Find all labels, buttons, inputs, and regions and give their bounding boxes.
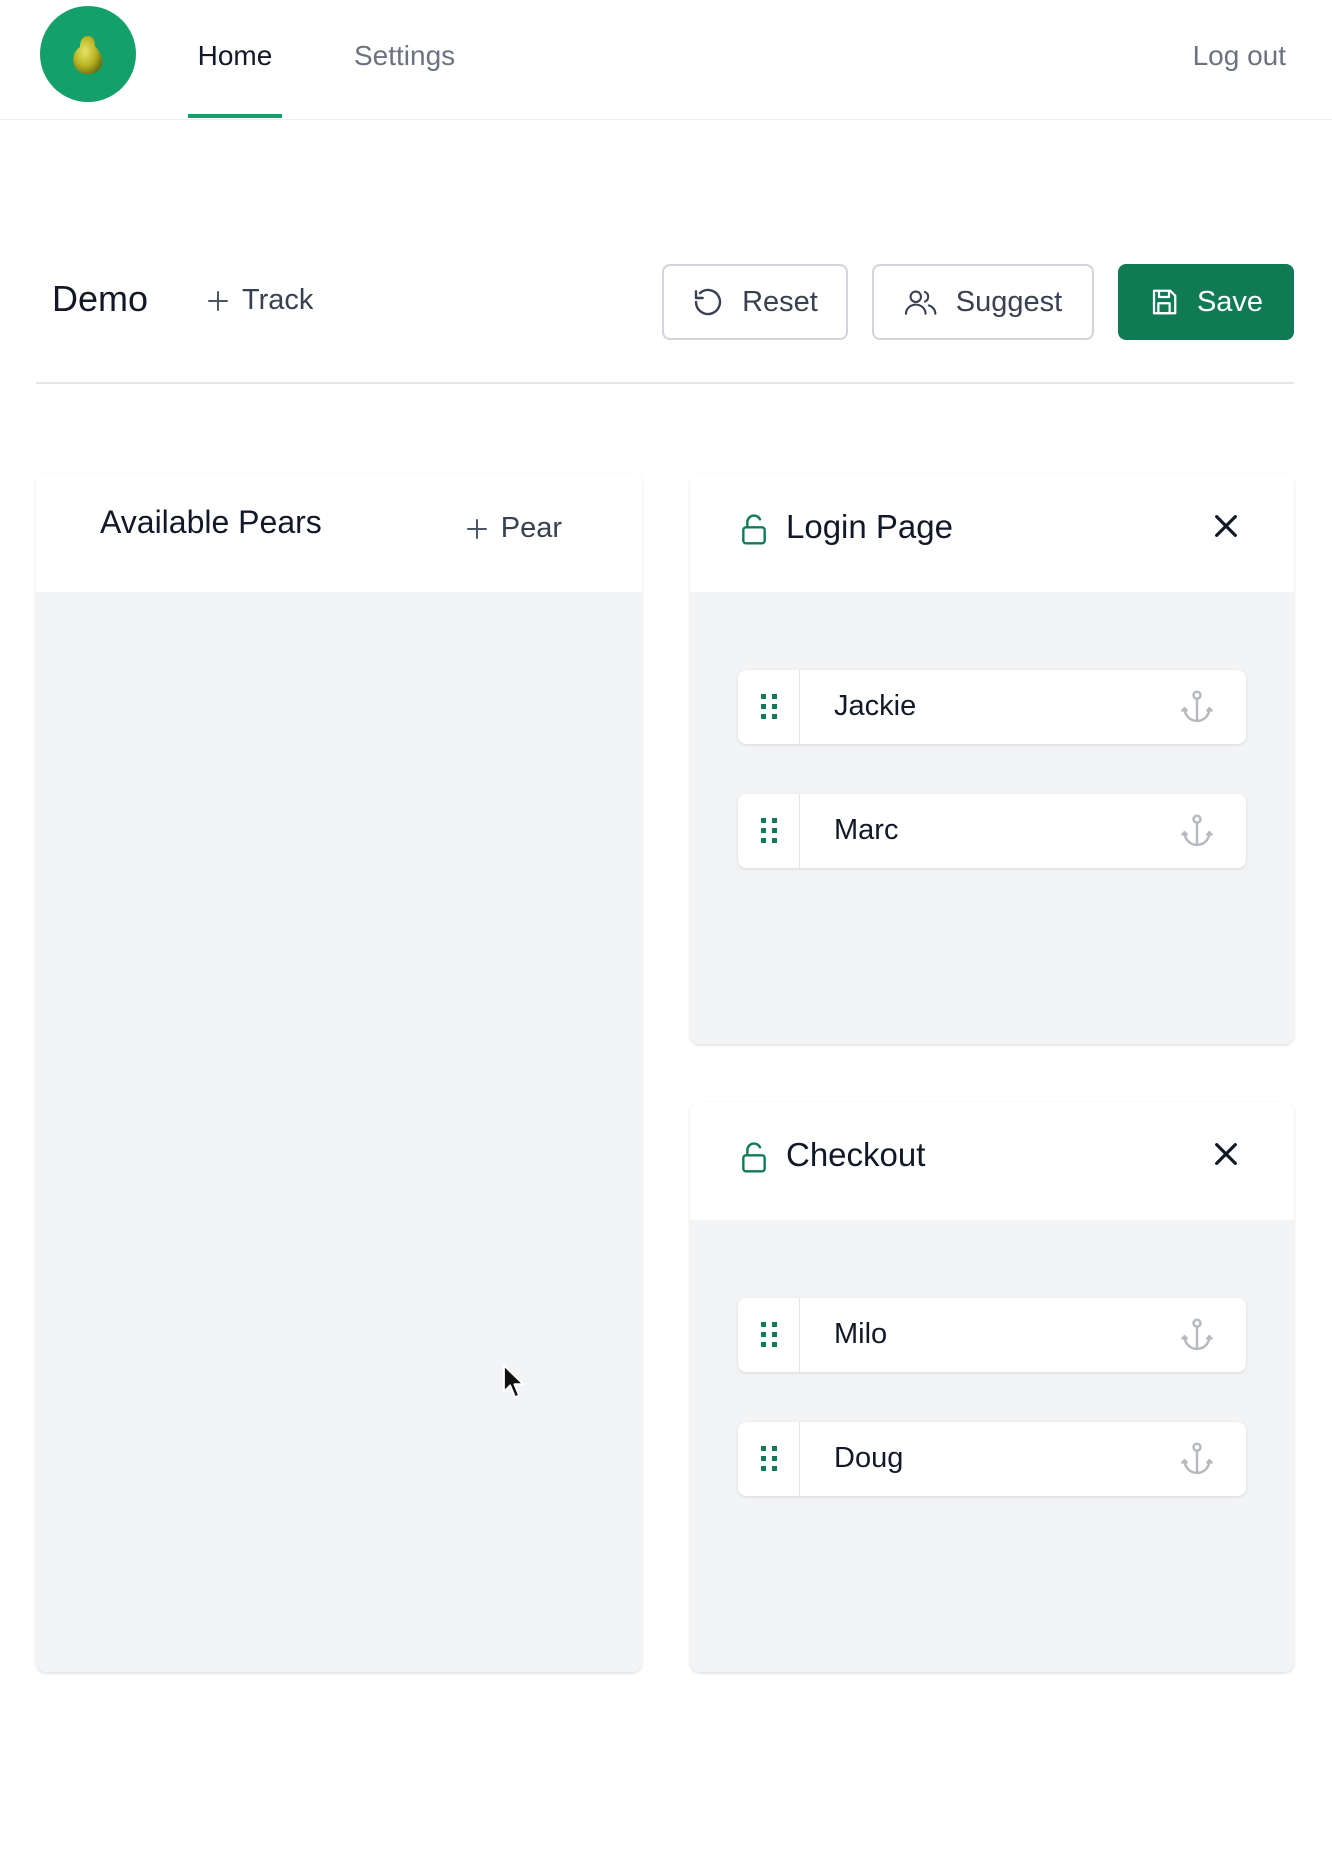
drag-handle-icon xyxy=(761,1446,777,1471)
reset-button[interactable]: Reset xyxy=(662,264,848,340)
add-pear-label: Pear xyxy=(500,512,562,544)
logout-link[interactable]: Log out xyxy=(1193,0,1286,112)
save-button[interactable]: Save xyxy=(1118,264,1294,340)
add-track-label: Track xyxy=(242,284,314,316)
plus-icon xyxy=(208,290,228,311)
anchor-icon[interactable] xyxy=(1180,1317,1214,1353)
track-title: Login Page xyxy=(786,508,953,545)
pear-card[interactable]: Milo xyxy=(738,1298,1246,1372)
tab-home[interactable]: Home xyxy=(188,0,282,118)
track-checkout[interactable]: Checkout Milo Doug xyxy=(690,1102,1294,1672)
drag-handle-icon xyxy=(761,1322,777,1347)
drag-handle[interactable] xyxy=(738,794,800,868)
tab-settings[interactable]: Settings xyxy=(346,0,463,118)
track-header: Checkout xyxy=(690,1102,1294,1220)
pear-name: Jackie xyxy=(834,690,917,722)
close-icon[interactable] xyxy=(1210,1138,1242,1170)
panel-header: Available Pears Pear xyxy=(36,474,642,592)
track-title: Checkout xyxy=(786,1136,926,1173)
add-pear-button[interactable]: Pear xyxy=(465,512,562,545)
unlock-icon[interactable] xyxy=(740,514,768,546)
close-icon[interactable] xyxy=(1210,510,1242,542)
track-header: Login Page xyxy=(690,474,1294,592)
save-icon xyxy=(1152,289,1177,315)
anchor-icon[interactable] xyxy=(1180,813,1214,849)
add-track-button[interactable]: Track xyxy=(206,284,313,317)
reset-label: Reset xyxy=(742,285,818,318)
anchor-icon[interactable] xyxy=(1180,689,1214,725)
anchor-icon[interactable] xyxy=(1180,1441,1214,1477)
pear-logo-icon[interactable] xyxy=(40,6,136,102)
panel-title: Available Pears xyxy=(100,504,322,540)
save-label: Save xyxy=(1196,285,1264,318)
board-toolbar: Demo Track Reset Suggest Save xyxy=(0,264,1332,340)
page-title: Demo xyxy=(52,278,149,319)
track-login-page[interactable]: Login Page Jackie Marc xyxy=(690,474,1294,1044)
rotate-ccw-icon xyxy=(694,288,722,316)
pear-name: Marc xyxy=(834,814,899,846)
pear-card[interactable]: Doug xyxy=(738,1422,1246,1496)
available-pears-panel[interactable]: Available Pears Pear xyxy=(36,474,642,1672)
plus-icon xyxy=(466,518,487,539)
drag-handle[interactable] xyxy=(738,670,800,744)
users-icon xyxy=(904,290,937,315)
drag-handle-icon xyxy=(761,818,777,843)
pear-name: Doug xyxy=(834,1442,904,1474)
suggest-button[interactable]: Suggest xyxy=(872,264,1094,340)
pear-name: Milo xyxy=(834,1318,888,1350)
drag-handle[interactable] xyxy=(738,1422,800,1496)
mouse-cursor-icon xyxy=(502,1364,525,1399)
drag-handle-icon xyxy=(761,694,777,719)
top-navigation: Home Settings Log out xyxy=(0,0,1332,120)
unlock-icon[interactable] xyxy=(740,1142,768,1174)
toolbar-divider xyxy=(36,382,1294,384)
suggest-label: Suggest xyxy=(955,285,1063,318)
pear-card[interactable]: Jackie xyxy=(738,670,1246,744)
drag-handle[interactable] xyxy=(738,1298,800,1372)
pear-card[interactable]: Marc xyxy=(738,794,1246,868)
